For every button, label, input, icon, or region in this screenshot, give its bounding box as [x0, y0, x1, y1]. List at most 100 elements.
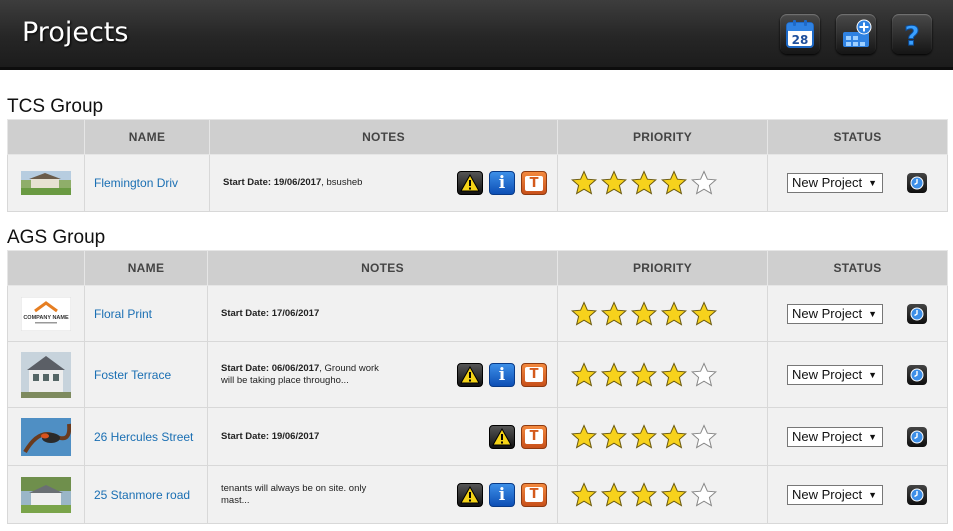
star-filled-icon[interactable]: [601, 361, 627, 388]
status-select[interactable]: New Project ▼: [787, 173, 883, 193]
column-header-priority: PRIORITY: [557, 119, 768, 155]
status-select[interactable]: New Project ▼: [787, 426, 883, 447]
table-row: 25 Stanmore road tenants will always be …: [7, 465, 948, 524]
project-notes: Start Date: 19/06/2017, bsusheb: [223, 177, 363, 188]
project-name-link[interactable]: 25 Stanmore road: [94, 488, 190, 502]
star-filled-icon[interactable]: [631, 481, 657, 508]
project-notes: Start Date: 19/06/2017: [221, 430, 320, 442]
project-notes: Start Date: 06/06/2017, Ground work will …: [221, 362, 379, 386]
notes-cell: Start Date: 19/06/2017, bsusheb i T: [209, 154, 558, 212]
star-filled-icon[interactable]: [661, 361, 687, 388]
project-thumbnail[interactable]: [21, 417, 71, 456]
status-select[interactable]: New Project ▼: [787, 484, 883, 505]
column-header-status: STATUS: [767, 119, 948, 155]
project-thumbnail[interactable]: [21, 351, 71, 398]
task-button[interactable]: T: [521, 362, 547, 387]
warning-button[interactable]: [457, 362, 483, 387]
star-filled-icon[interactable]: [631, 300, 657, 327]
star-filled-icon[interactable]: [661, 170, 687, 196]
project-thumbnail[interactable]: COMPANY NAME: [21, 296, 71, 331]
star-empty-icon[interactable]: [691, 170, 717, 196]
star-filled-icon[interactable]: [601, 300, 627, 327]
warning-button[interactable]: [457, 482, 483, 507]
table-row: Flemington Driv Start Date: 19/06/2017, …: [7, 154, 948, 212]
status-select[interactable]: New Project ▼: [787, 303, 883, 324]
warning-button[interactable]: [489, 424, 515, 449]
star-filled-icon[interactable]: [571, 170, 597, 196]
history-button[interactable]: [907, 173, 927, 193]
history-button[interactable]: [907, 426, 927, 447]
warning-icon: [492, 427, 512, 445]
svg-text:COMPANY NAME: COMPANY NAME: [23, 315, 69, 321]
project-name-link[interactable]: 26 Hercules Street: [94, 430, 193, 444]
project-name-link[interactable]: Foster Terrace: [94, 368, 171, 382]
priority-rating[interactable]: [571, 170, 767, 196]
notes-cell: Start Date: 17/06/2017: [207, 285, 558, 342]
star-empty-icon[interactable]: [691, 423, 717, 450]
star-filled-icon[interactable]: [691, 300, 717, 327]
priority-cell: [557, 407, 768, 466]
project-thumbnail[interactable]: [21, 476, 71, 513]
name-cell: Foster Terrace: [84, 341, 208, 408]
star-empty-icon[interactable]: [691, 361, 717, 388]
priority-rating[interactable]: [571, 481, 767, 508]
info-button[interactable]: i: [489, 171, 515, 195]
star-empty-icon[interactable]: [691, 481, 717, 508]
task-icon: T: [525, 429, 543, 444]
star-filled-icon[interactable]: [631, 361, 657, 388]
star-filled-icon[interactable]: [661, 423, 687, 450]
project-name-link[interactable]: Floral Print: [94, 307, 152, 321]
history-button[interactable]: [907, 364, 927, 385]
star-filled-icon[interactable]: [661, 300, 687, 327]
calendar-button[interactable]: 28: [780, 14, 820, 54]
star-filled-icon[interactable]: [601, 170, 627, 196]
app-header: Projects 28 ?: [0, 0, 953, 70]
status-cell: New Project ▼: [767, 465, 948, 524]
table-row: Foster Terrace Start Date: 06/06/2017, G…: [7, 341, 948, 408]
name-cell: Floral Print: [84, 285, 208, 342]
project-notes: tenants will always be on site. only mast…: [221, 482, 367, 506]
task-button[interactable]: T: [521, 171, 547, 195]
project-thumbnail[interactable]: [21, 171, 71, 195]
star-filled-icon[interactable]: [571, 361, 597, 388]
star-filled-icon[interactable]: [631, 170, 657, 196]
priority-cell: [557, 154, 768, 212]
priority-rating[interactable]: [571, 361, 767, 388]
task-button[interactable]: T: [521, 424, 547, 449]
add-project-button[interactable]: [836, 14, 876, 54]
column-header-thumb: [7, 119, 85, 155]
clock-icon: [910, 307, 924, 320]
project-name-link[interactable]: Flemington Driv: [94, 176, 178, 190]
star-filled-icon[interactable]: [571, 481, 597, 508]
page-title: Projects: [22, 17, 129, 48]
table-row: 26 Hercules Street Start Date: 19/06/201…: [7, 407, 948, 466]
column-header-name: NAME: [84, 119, 210, 155]
svg-text:28: 28: [792, 33, 809, 47]
clock-icon: [910, 488, 924, 501]
info-button[interactable]: i: [489, 362, 515, 387]
star-filled-icon[interactable]: [571, 423, 597, 450]
calendar-icon: 28: [786, 20, 814, 48]
history-button[interactable]: [907, 484, 927, 505]
warning-icon: [460, 485, 480, 503]
warning-button[interactable]: [457, 171, 483, 195]
column-header-name: NAME: [84, 250, 208, 286]
star-filled-icon[interactable]: [571, 300, 597, 327]
status-select[interactable]: New Project ▼: [787, 364, 883, 385]
priority-rating[interactable]: [571, 300, 767, 327]
thumbnail-cell: [7, 407, 85, 466]
star-filled-icon[interactable]: [661, 481, 687, 508]
history-button[interactable]: [907, 303, 927, 324]
name-cell: 26 Hercules Street: [84, 407, 208, 466]
star-filled-icon[interactable]: [601, 423, 627, 450]
star-filled-icon[interactable]: [631, 423, 657, 450]
task-button[interactable]: T: [521, 482, 547, 507]
name-cell: Flemington Driv: [84, 154, 210, 212]
info-button[interactable]: i: [489, 482, 515, 507]
star-filled-icon[interactable]: [601, 481, 627, 508]
help-button[interactable]: ?: [892, 14, 932, 54]
group-title-tcs: TCS Group: [7, 96, 104, 117]
thumbnail-cell: COMPANY NAME: [7, 285, 85, 342]
clock-icon: [910, 368, 924, 381]
priority-rating[interactable]: [571, 423, 767, 450]
